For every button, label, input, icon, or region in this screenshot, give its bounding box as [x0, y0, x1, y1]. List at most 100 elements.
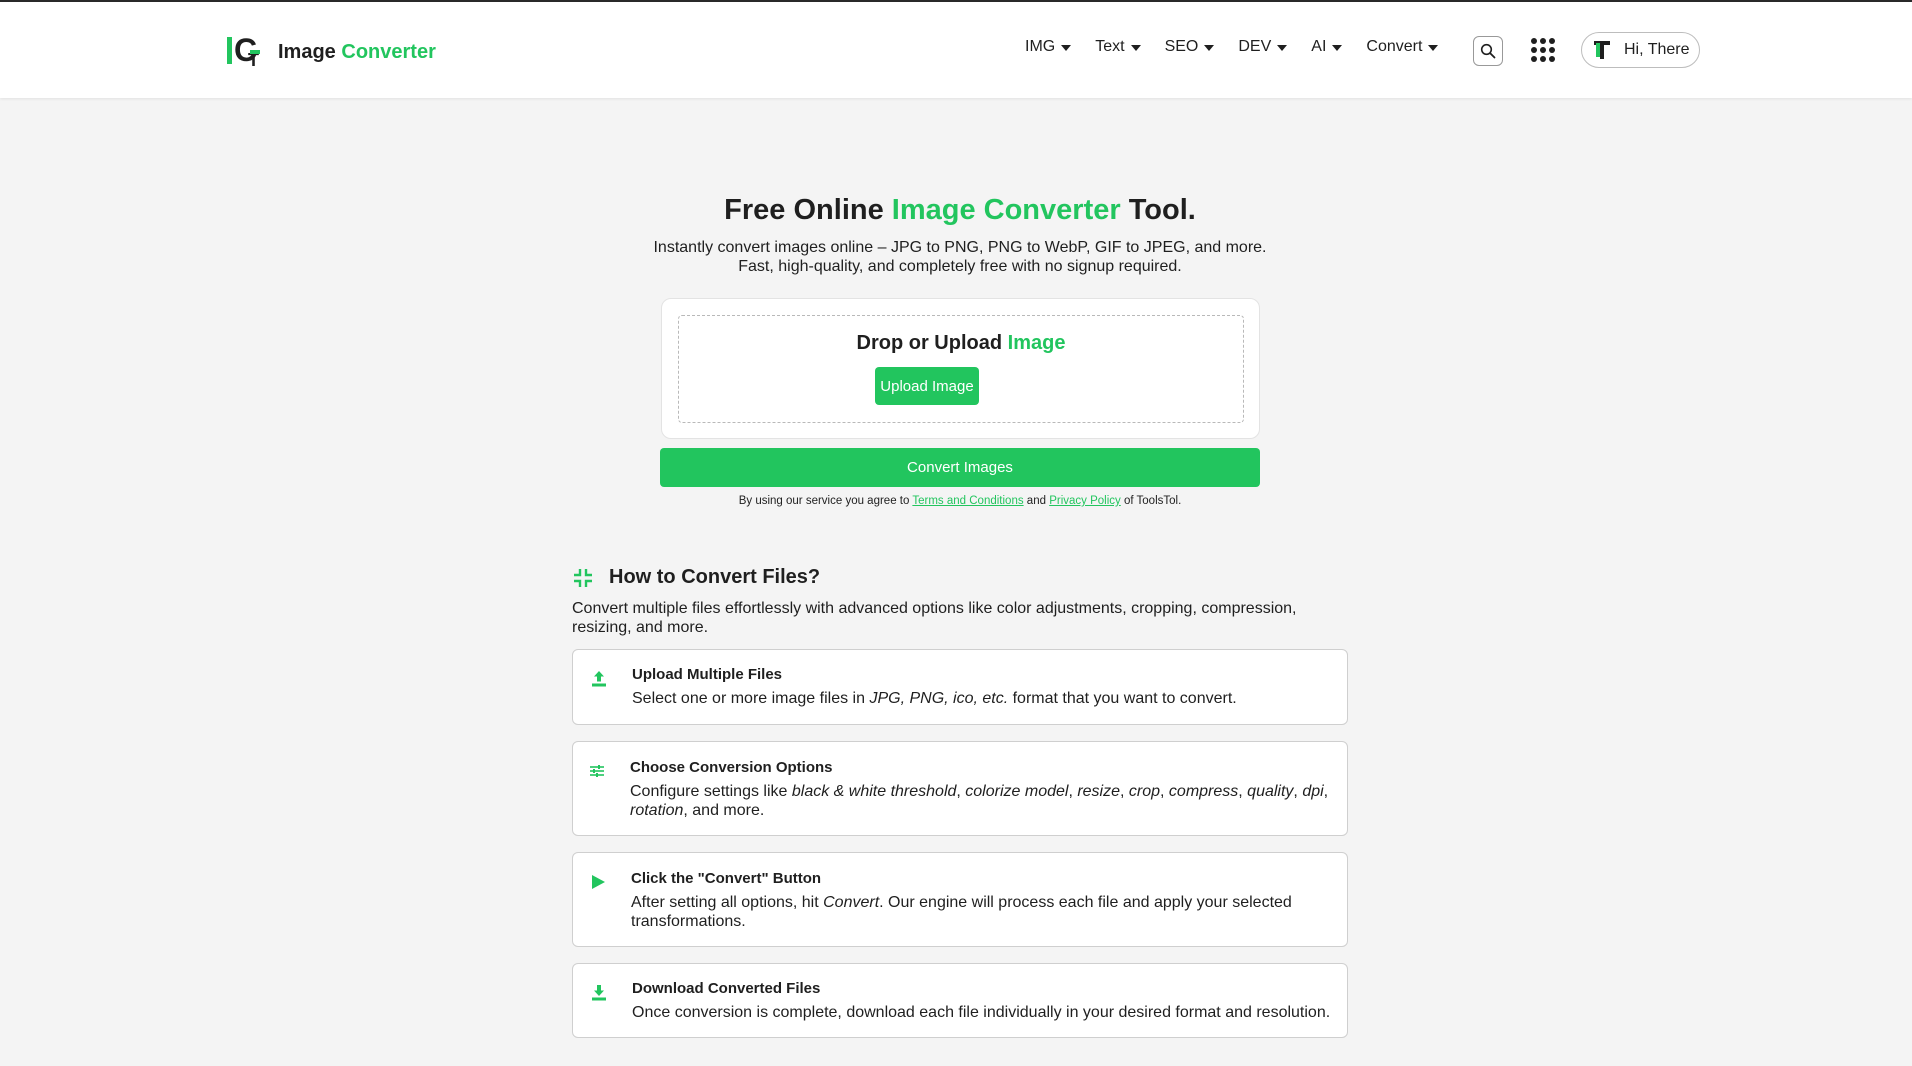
step-desc-part: Select one or more image files in	[632, 690, 870, 707]
nav-item-text[interactable]: Text	[1095, 38, 1141, 56]
option-rotation: rotation	[630, 802, 684, 819]
chevron-down-icon	[1332, 45, 1343, 51]
page-subtitle-line1: Instantly convert images online – JPG to…	[653, 239, 1267, 256]
step-click-convert: Click the "Convert" Button After setting…	[572, 852, 1348, 947]
upload-image-button[interactable]: Upload Image	[875, 367, 979, 405]
terms-prefix: By using our service you agree to	[738, 495, 913, 507]
grid-dot	[1549, 38, 1555, 44]
howto-header: How to Convert Files?	[572, 566, 820, 589]
logo-text-second: Converter	[341, 40, 436, 63]
chevron-down-icon	[1130, 45, 1141, 51]
option-dpi: dpi	[1302, 783, 1324, 800]
grid-dot	[1531, 56, 1537, 62]
step-description: Once conversion is complete, download ea…	[632, 1004, 1331, 1021]
page-title-after: Tool.	[1120, 194, 1196, 226]
step-description: Configure settings like black & white th…	[630, 782, 1330, 820]
grid-dot	[1549, 56, 1555, 62]
step-desc-sep: ,	[1238, 783, 1248, 800]
option-quality: quality	[1247, 783, 1294, 800]
terms-middle: and	[1023, 495, 1050, 507]
grid-dot	[1549, 47, 1555, 53]
step-title: Download Converted Files	[632, 980, 821, 997]
step-desc-line2: transformations.	[631, 913, 746, 930]
step-desc-emph: JPG, PNG, ico, etc.	[869, 690, 1009, 707]
page-title-before: Free Online	[724, 194, 892, 226]
dropzone-title-before: Drop or Upload	[856, 332, 1008, 354]
user-avatar-icon	[1594, 41, 1610, 59]
grid-dot	[1540, 38, 1546, 44]
convert-arrows-icon	[574, 568, 592, 587]
search-button[interactable]	[1473, 36, 1503, 66]
apps-grid-button[interactable]	[1531, 38, 1555, 62]
dropzone-title-highlight: Image	[1007, 332, 1066, 354]
step-desc-sep: ,	[1293, 783, 1303, 800]
search-icon	[1480, 43, 1496, 59]
step-desc-emph: Convert	[823, 894, 880, 911]
step-upload-files: Upload Multiple Files Select one or more…	[572, 649, 1348, 725]
page-title: Free Online Image Converter Tool.	[0, 194, 1912, 227]
nav-item-label: Text	[1095, 38, 1125, 55]
option-colorize-model: colorize model	[965, 783, 1069, 800]
step-desc-sep: ,	[956, 783, 966, 800]
step-title: Choose Conversion Options	[630, 759, 833, 776]
step-desc-part: Configure settings like	[630, 783, 792, 800]
nav-item-seo[interactable]: SEO	[1165, 38, 1215, 56]
step-desc-part: , and more.	[683, 802, 765, 819]
howto-title: How to Convert Files?	[609, 566, 821, 588]
nav-item-label: AI	[1311, 38, 1327, 55]
terms-notice: By using our service you agree to Terms …	[0, 495, 1912, 507]
grid-dot	[1540, 47, 1546, 53]
step-desc-sep: ,	[1068, 783, 1078, 800]
step-desc-line1: After setting all options, hit Convert. …	[631, 893, 1331, 912]
step-desc-sep: ,	[1120, 783, 1129, 800]
grid-dot	[1531, 47, 1537, 53]
upload-icon	[592, 671, 606, 687]
terms-suffix: of ToolsTol.	[1120, 495, 1182, 507]
logo-mark-icon: C T	[226, 32, 266, 70]
nav-item-dev[interactable]: DEV	[1238, 38, 1288, 56]
apps-grid-icon	[1531, 38, 1537, 44]
step-description: After setting all options, hit Convert. …	[631, 893, 1331, 931]
nav-item-convert[interactable]: Convert	[1366, 38, 1439, 56]
howto-description: Convert multiple files effortlessly with…	[572, 600, 1297, 636]
step-title: Upload Multiple Files	[632, 666, 783, 683]
option-bw-threshold: black & white threshold	[791, 783, 957, 800]
dropzone-title: Drop or Upload Image	[679, 332, 1243, 355]
privacy-link[interactable]: Privacy Policy	[1049, 495, 1121, 507]
sliders-icon	[590, 765, 604, 777]
terms-link[interactable]: Terms and Conditions	[912, 495, 1023, 507]
page-title-highlight: Image Converter	[891, 194, 1121, 226]
site-logo[interactable]: C T Image Converter	[226, 32, 436, 70]
step-desc-part: . Our engine will process each file and …	[879, 894, 1292, 911]
convert-images-button[interactable]: Convert Images	[660, 448, 1260, 487]
nav-item-ai[interactable]: AI	[1311, 38, 1343, 56]
play-icon	[592, 875, 605, 889]
main-nav: IMG Text SEO DEV AI Convert	[1025, 38, 1462, 56]
nav-item-label: IMG	[1025, 38, 1056, 55]
step-desc-sep: ,	[1323, 783, 1329, 800]
logo-text: Image Converter	[278, 41, 436, 64]
nav-item-label: DEV	[1238, 38, 1272, 55]
step-desc-part: format that you want to convert.	[1008, 690, 1237, 707]
nav-item-img[interactable]: IMG	[1025, 38, 1072, 56]
page-subtitle: Instantly convert images online – JPG to…	[0, 238, 1912, 276]
user-menu-button[interactable]: Hi, There	[1581, 32, 1700, 68]
chevron-down-icon	[1277, 45, 1288, 51]
option-crop: crop	[1128, 783, 1161, 800]
step-description: Select one or more image files in JPG, P…	[632, 689, 1332, 708]
option-resize: resize	[1077, 783, 1121, 800]
chevron-down-icon	[1204, 45, 1215, 51]
step-download-files: Download Converted Files Once conversion…	[572, 963, 1348, 1038]
download-icon	[592, 985, 606, 1001]
step-conversion-options: Choose Conversion Options Configure sett…	[572, 741, 1348, 836]
chevron-down-icon	[1428, 45, 1439, 51]
option-compress: compress	[1168, 783, 1239, 800]
grid-dot	[1540, 56, 1546, 62]
page-subtitle-line2: Fast, high-quality, and completely free …	[738, 258, 1182, 275]
nav-item-label: Convert	[1366, 38, 1423, 55]
nav-item-label: SEO	[1164, 38, 1199, 55]
step-desc-part: After setting all options, hit	[631, 894, 824, 911]
step-desc-sep: ,	[1160, 783, 1169, 800]
user-greeting: Hi, There	[1624, 41, 1690, 58]
step-title: Click the "Convert" Button	[631, 870, 822, 887]
